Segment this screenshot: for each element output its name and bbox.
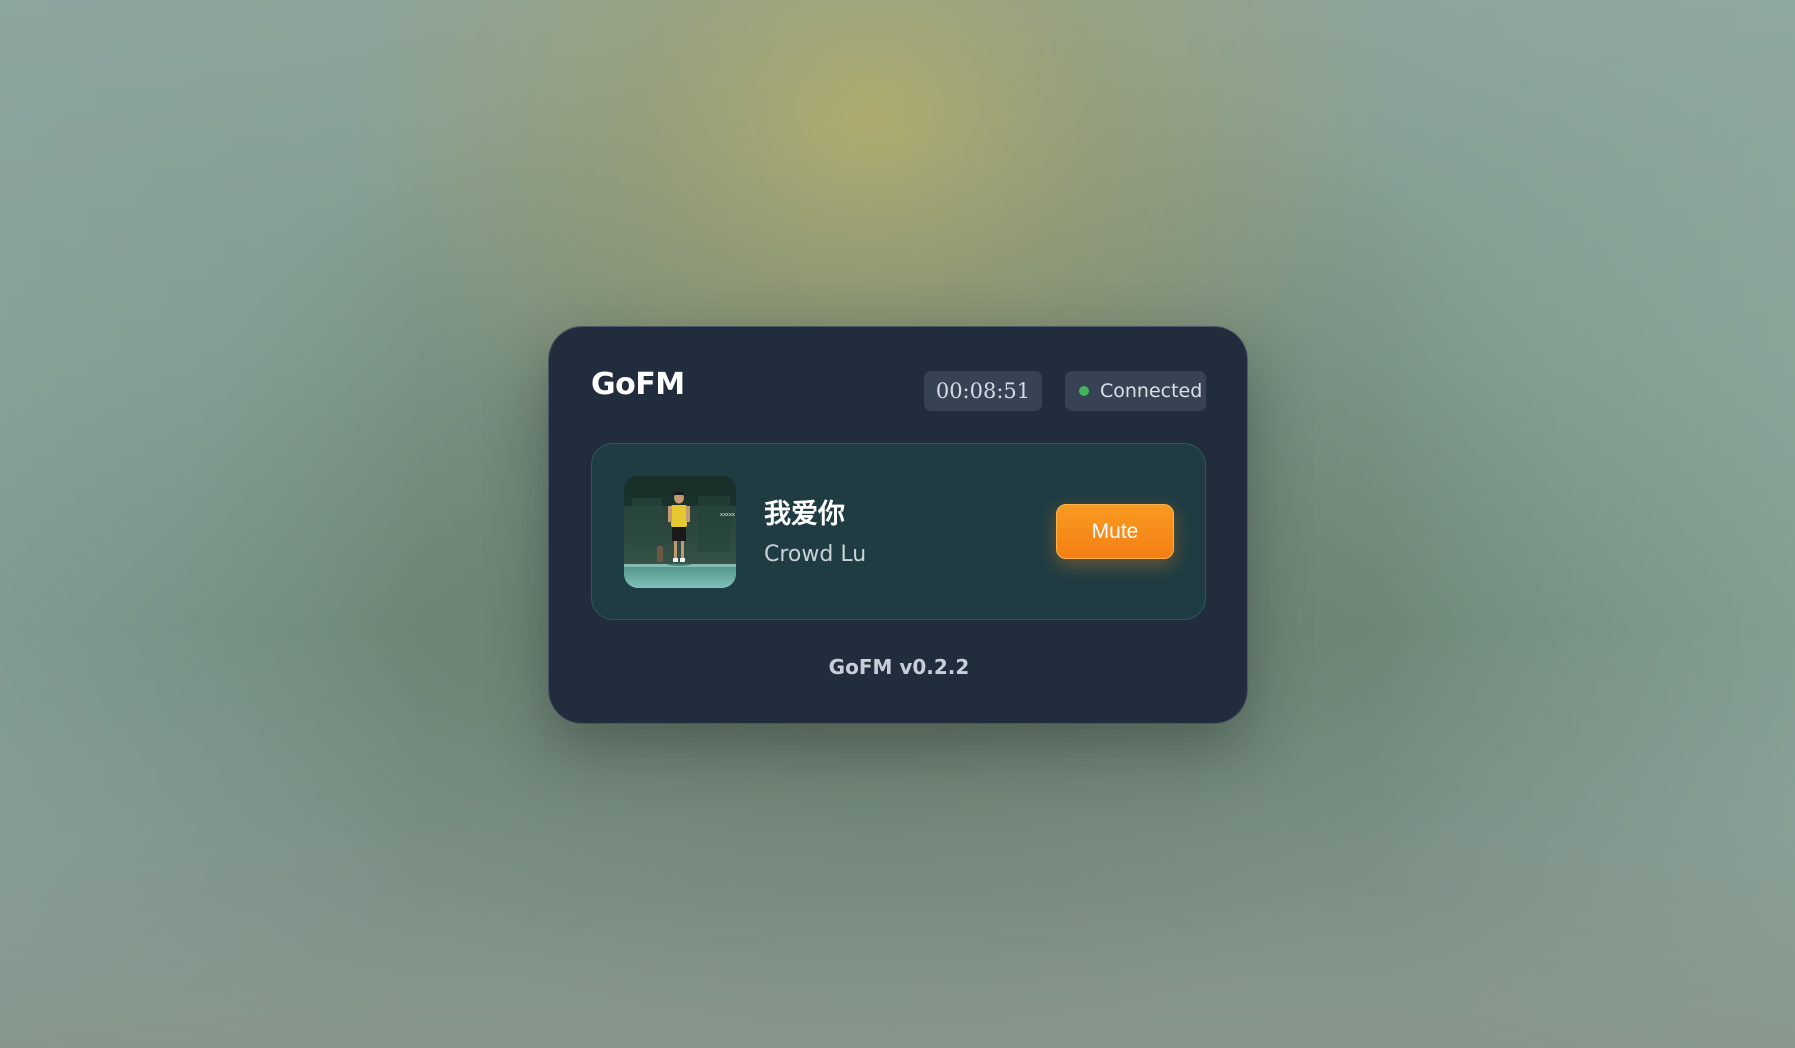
app-title: GoFM xyxy=(591,367,685,402)
album-art: xxxxx xyxy=(624,476,736,588)
album-art-text: xxxxx xyxy=(720,512,735,518)
background-bottom-glow xyxy=(0,828,1795,1048)
now-playing-panel: xxxxx 我爱你 Crowd Lu Mute xyxy=(591,443,1206,620)
connection-status-label: Connected xyxy=(1100,380,1203,402)
status-dot-icon xyxy=(1079,386,1089,396)
version-label: GoFM v0.2.2 xyxy=(828,655,970,679)
connection-status-badge: Connected xyxy=(1065,371,1206,411)
artist-name: Crowd Lu xyxy=(764,542,867,567)
song-title: 我爱你 xyxy=(764,499,845,530)
elapsed-timer: 00:08:51 xyxy=(924,371,1042,411)
album-cover-image: xxxxx xyxy=(624,476,736,588)
player-card: GoFM 00:08:51 Connected xxxxx 我爱你 Crowd … xyxy=(548,326,1248,724)
mute-button[interactable]: Mute xyxy=(1056,504,1174,559)
